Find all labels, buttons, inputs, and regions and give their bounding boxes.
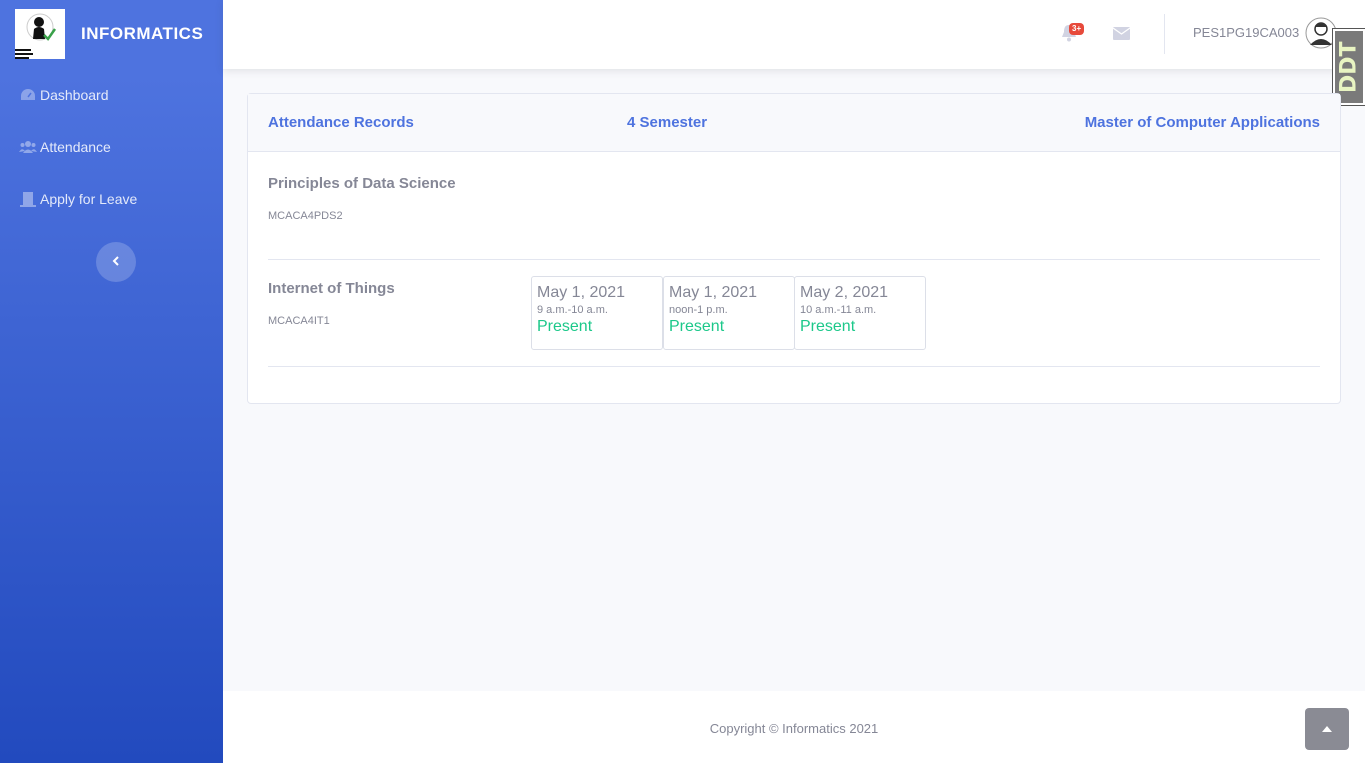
sidebar-item-label: Attendance <box>40 139 111 155</box>
attendance-entry: May 1, 2021 9 a.m.-10 a.m. Present <box>531 276 663 350</box>
attendance-date: May 1, 2021 <box>537 284 626 301</box>
row-divider <box>268 259 1320 260</box>
footer: Copyright © Informatics 2021 <box>223 691 1365 763</box>
program-label: Master of Computer Applications <box>1084 114 1320 131</box>
envelope-icon[interactable] <box>1112 27 1131 45</box>
username[interactable]: PES1PG19CA003 <box>1193 25 1299 40</box>
row-divider <box>268 366 1320 367</box>
sidebar-item-attendance[interactable]: Attendance <box>19 135 111 159</box>
attendance-status: Present <box>669 318 725 335</box>
sidebar: INFORMATICS Dashboard Attendance Apply f… <box>0 0 223 763</box>
topbar-divider <box>1164 14 1165 54</box>
alerts-badge: 3+ <box>1069 23 1085 35</box>
users-icon <box>19 139 37 155</box>
attendance-time: 10 a.m.-11 a.m. <box>800 304 877 316</box>
attendance-status: Present <box>800 318 856 335</box>
attendance-date: May 2, 2021 <box>800 284 889 301</box>
attendance-time: noon-1 p.m. <box>669 304 728 316</box>
chevron-left-icon <box>111 253 121 271</box>
card-header: Attendance Records 4 Semester Master of … <box>248 94 1340 152</box>
copyright-text: Copyright © Informatics 2021 <box>709 721 879 736</box>
subject-name: Principles of Data Science <box>268 175 456 192</box>
attendance-entry: May 2, 2021 10 a.m.-11 a.m. Present <box>794 276 926 350</box>
brand-logo <box>15 9 65 59</box>
sidebar-item-label: Dashboard <box>40 87 109 103</box>
subject-row: Internet of Things MCACA4IT1 <box>268 280 395 327</box>
card-title: Attendance Records <box>268 114 414 131</box>
sidebar-toggle-button[interactable] <box>96 242 136 282</box>
subject-row: Principles of Data Science MCACA4PDS2 <box>268 175 456 222</box>
attendance-card: Attendance Records 4 Semester Master of … <box>247 93 1341 404</box>
door-icon <box>19 191 37 207</box>
subject-code: MCACA4PDS2 <box>268 210 343 222</box>
attendance-status: Present <box>537 318 593 335</box>
subject-name: Internet of Things <box>268 280 395 297</box>
chevron-up-icon <box>1322 720 1332 738</box>
scroll-to-top-button[interactable] <box>1305 708 1349 750</box>
semester-label: 4 Semester <box>627 114 708 131</box>
brand-link[interactable]: INFORMATICS <box>15 9 215 59</box>
attendance-date: May 1, 2021 <box>669 284 758 301</box>
brand-name: INFORMATICS <box>81 24 204 43</box>
sidebar-item-apply-leave[interactable]: Apply for Leave <box>19 187 137 211</box>
subject-code: MCACA4IT1 <box>268 315 330 327</box>
sidebar-item-label: Apply for Leave <box>40 191 138 207</box>
attendance-entry: May 1, 2021 noon-1 p.m. Present <box>663 276 795 350</box>
sidebar-item-dashboard[interactable]: Dashboard <box>19 83 109 107</box>
tachometer-icon <box>19 87 37 103</box>
attendance-time: 9 a.m.-10 a.m. <box>537 304 608 316</box>
topbar: 3+ PES1PG19CA003 DDT <box>223 0 1365 106</box>
